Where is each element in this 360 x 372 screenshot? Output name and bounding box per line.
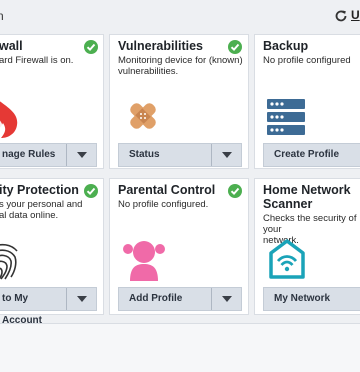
- tile-identity-protection: ity Protection s your personal and al da…: [0, 178, 104, 326]
- add-profile-button[interactable]: Add Profile: [119, 288, 211, 310]
- tile-title: Backup: [263, 39, 309, 53]
- tile-firewall: wall ard Firewall is on. nage Rules: [0, 34, 104, 169]
- chevron-down-icon: [77, 296, 87, 302]
- dropdown-button[interactable]: [211, 288, 242, 310]
- refresh-icon[interactable]: [334, 9, 348, 23]
- tile-description: ard Firewall is on.: [0, 55, 74, 66]
- tile-description: s your personal and al data online.: [0, 199, 83, 221]
- tile-title: wall: [0, 39, 23, 53]
- dropdown-button[interactable]: [211, 144, 242, 166]
- dropdown-button[interactable]: [66, 288, 97, 310]
- status-check-icon: [228, 184, 242, 198]
- update-link[interactable]: U: [351, 8, 360, 22]
- tile-title: Parental Control: [118, 183, 216, 197]
- status-button[interactable]: Status: [119, 144, 211, 166]
- child-icon: [123, 241, 165, 281]
- top-bar: n U: [0, 0, 360, 34]
- tile-parental-control: Parental Control No profile configured. …: [109, 178, 249, 315]
- manage-rules-button-group: nage Rules: [0, 143, 97, 167]
- status-check-icon: [84, 184, 98, 198]
- fingerprint-icon: [0, 243, 18, 280]
- bandage-icon: [130, 103, 156, 129]
- section-title: n: [0, 9, 4, 23]
- tile-title: Home Network Scanner: [263, 183, 351, 211]
- create-profile-button[interactable]: Create Profile: [264, 144, 360, 166]
- tile-description: Monitoring device for (known) vulnerabil…: [118, 55, 243, 77]
- go-to-account-button-group: to My Account: [0, 287, 97, 326]
- manage-rules-button[interactable]: nage Rules: [0, 144, 66, 166]
- chevron-down-icon: [222, 296, 232, 302]
- tile-backup: Backup No profile configured Create Prof…: [254, 34, 360, 169]
- go-to-my-account-button[interactable]: to My Account: [0, 288, 66, 326]
- tile-title: ity Protection: [0, 183, 79, 197]
- tile-vulnerabilities: Vulnerabilities Monitoring device for (k…: [109, 34, 249, 169]
- my-network-button-group: My Network: [263, 287, 360, 311]
- add-profile-button-group: Add Profile: [118, 287, 242, 311]
- dropdown-button[interactable]: [66, 144, 97, 166]
- my-network-button[interactable]: My Network: [264, 288, 360, 310]
- create-profile-button-group: Create Profile: [263, 143, 360, 167]
- chevron-down-icon: [77, 152, 87, 158]
- tile-home-network-scanner: Home Network Scanner Checks the security…: [254, 178, 360, 315]
- status-check-icon: [84, 40, 98, 54]
- tile-description: No profile configured.: [118, 199, 209, 210]
- flame-icon: [0, 101, 18, 138]
- status-button-group: Status: [118, 143, 242, 167]
- tile-description: No profile configured: [263, 55, 351, 66]
- home-wifi-icon: [269, 239, 305, 279]
- bottom-panel: [0, 323, 360, 372]
- status-check-icon: [228, 40, 242, 54]
- chevron-down-icon: [222, 152, 232, 158]
- server-icon: [267, 99, 305, 135]
- tile-title: Vulnerabilities: [118, 39, 203, 53]
